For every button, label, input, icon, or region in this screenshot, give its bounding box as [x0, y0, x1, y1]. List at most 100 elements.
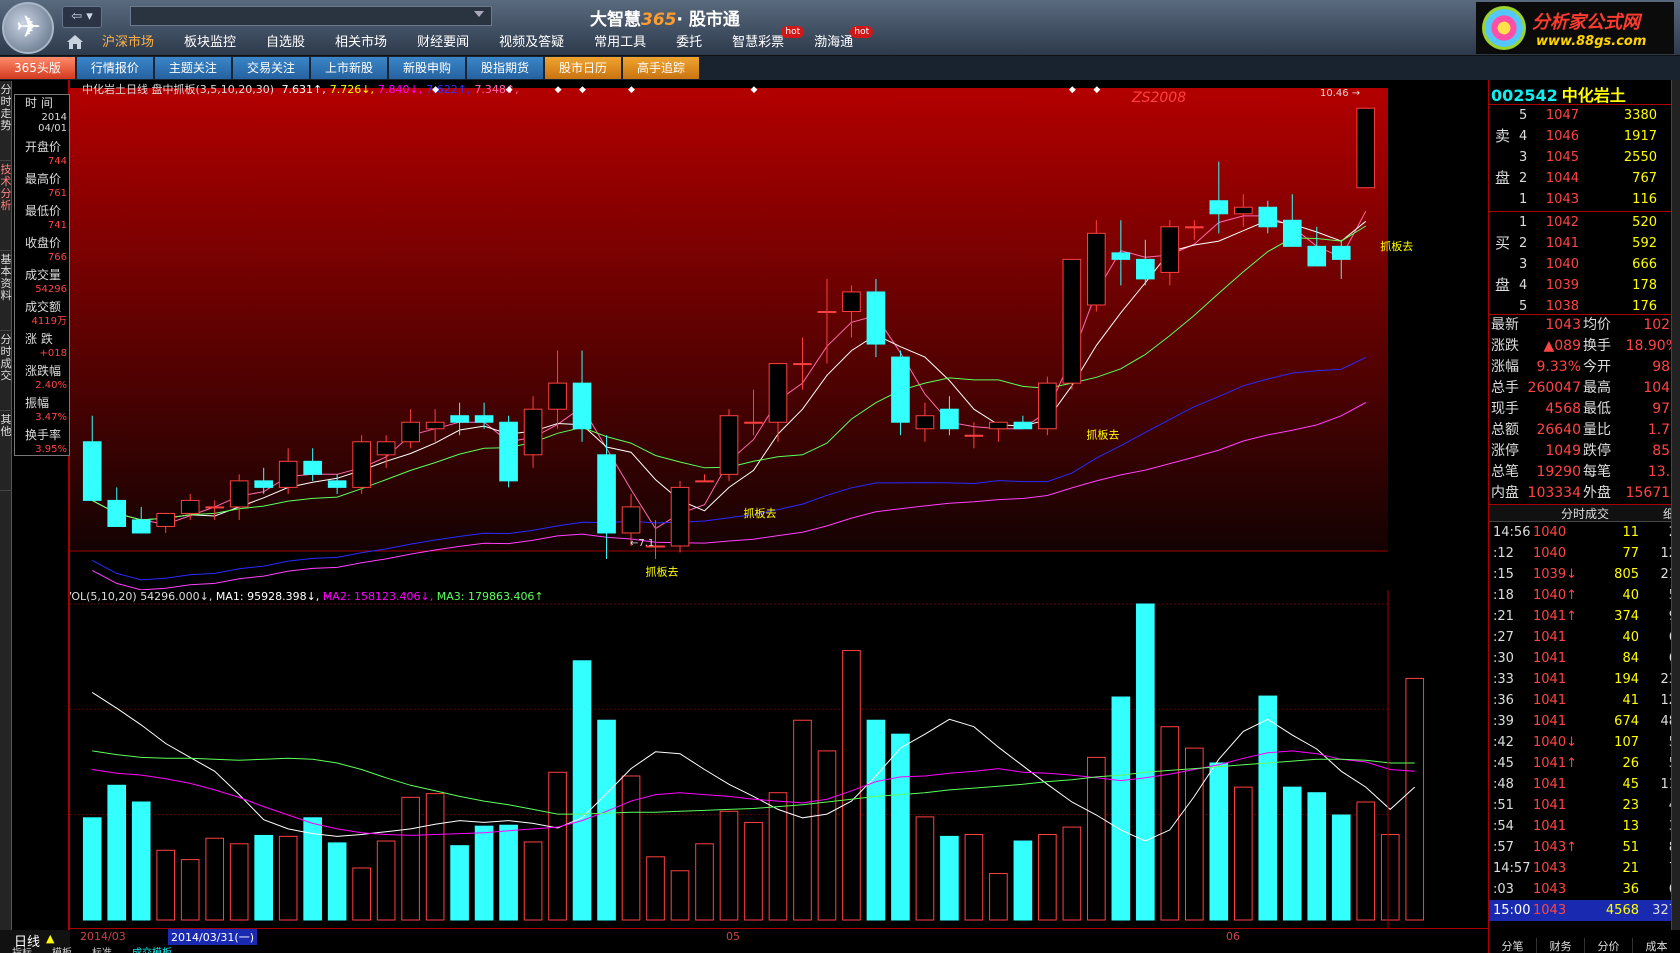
left-tab-2[interactable]: 基本资料	[0, 251, 12, 331]
sub-nav-item-7[interactable]: 股市日历	[545, 57, 622, 79]
ticks-header[interactable]: 分时成交细	[1489, 504, 1680, 522]
quote-tab-0[interactable]: 分笔	[1489, 938, 1537, 953]
bid-row[interactable]: 盘 4 1039 178	[1489, 275, 1680, 296]
vertical-scrollbar[interactable]	[1671, 80, 1680, 930]
ask-row[interactable]: 卖 4 1046 1917	[1489, 126, 1680, 147]
tick-row[interactable]: :571043↑518	[1489, 837, 1680, 858]
stat-value: 983	[1652, 359, 1679, 375]
main-nav-item-7[interactable]: 委托	[666, 32, 712, 54]
volume: 116	[1632, 192, 1657, 207]
main-nav-item-1[interactable]: 板块监控	[174, 32, 246, 54]
bid-row[interactable]: 1 1042 520	[1489, 212, 1680, 233]
tick-price: 1041	[1533, 693, 1567, 708]
quote-tab-3[interactable]: 成本	[1633, 938, 1680, 953]
sub-nav-item-2[interactable]: 主题关注	[154, 57, 231, 79]
tick-price: 1043	[1533, 861, 1567, 876]
left-tab-3[interactable]: 分时成交	[0, 331, 12, 411]
ask-row[interactable]: 1 1043 116	[1489, 189, 1680, 210]
tick-row[interactable]: :181040↑405	[1489, 585, 1680, 606]
tick-row[interactable]: :031043366	[1489, 879, 1680, 900]
left-tab-1[interactable]: 技术分析	[0, 161, 12, 251]
indicator-tab-1[interactable]: 模板	[52, 948, 72, 953]
sub-nav-item-3[interactable]: 交易关注	[232, 57, 309, 79]
stat-value: 13.5	[1647, 464, 1679, 480]
main-nav-item-5[interactable]: 视频及答疑	[489, 32, 574, 54]
tick-row[interactable]: 15:00 1043 4568 327	[1489, 900, 1680, 921]
sub-nav: 365头版 行情报价 主题关注 交易关注 上市新股 新股申购 股指期货 股市日历 高手追踪	[0, 57, 701, 79]
tick-row[interactable]: :15 1039↓ 805 21	[1489, 564, 1680, 585]
sub-nav-item-4[interactable]: 上市新股	[310, 57, 387, 79]
candle-body	[744, 421, 763, 424]
ask-row[interactable]: 5 1047 3380	[1489, 105, 1680, 126]
volume-bar	[523, 841, 543, 921]
main-nav-item-9[interactable]: 渤海通 hot	[804, 26, 874, 54]
tick-row[interactable]: :451041↑265	[1489, 753, 1680, 774]
main-nav-item-2[interactable]: 自选股	[256, 32, 315, 54]
tick-row[interactable]: :211041↑3749	[1489, 606, 1680, 627]
main-nav-item-8[interactable]: 智慧彩票 hot	[722, 26, 805, 54]
candle-body	[989, 421, 1008, 430]
chevron-down-icon[interactable]	[474, 11, 484, 17]
info-row: 振幅 3.47%	[15, 395, 69, 427]
tick-row[interactable]: 14:571043217	[1489, 858, 1680, 879]
ask-row[interactable]: 盘 2 1044 767	[1489, 168, 1680, 189]
ask-row[interactable]: 3 1045 2550	[1489, 147, 1680, 168]
tick-time: :36	[1493, 693, 1514, 708]
tick-row[interactable]: :36 1041 41 12	[1489, 690, 1680, 711]
tick-time: :45	[1493, 756, 1514, 771]
tick-row[interactable]: :511041234	[1489, 795, 1680, 816]
tick-volume: 36	[1622, 882, 1639, 897]
bid-row[interactable]: 3 1040 666	[1489, 254, 1680, 275]
volume-bar	[793, 719, 812, 921]
sub-nav-item-5[interactable]: 新股申购	[388, 57, 465, 79]
info-label: 成交量	[25, 268, 62, 282]
volume-bar	[1356, 801, 1376, 921]
date-month-2: 05	[726, 930, 740, 943]
sub-nav-item-6[interactable]: 股指期货	[466, 57, 543, 79]
home-icon[interactable]	[66, 34, 84, 50]
tick-price: 1040	[1533, 525, 1567, 540]
tick-row[interactable]: :39 1041 674 48	[1489, 711, 1680, 732]
left-tab-4[interactable]: 其他	[0, 411, 12, 491]
volume-bar	[1282, 786, 1302, 921]
ad-banner[interactable]: 分析家公式网 www.88gs.com	[1476, 2, 1674, 54]
bid-row[interactable]: 买 2 1041 592	[1489, 233, 1680, 254]
main-nav-item-6[interactable]: 常用工具	[584, 32, 656, 54]
tick-row[interactable]: 14:561040112	[1489, 522, 1680, 543]
quote-tab-2[interactable]: 分价	[1585, 938, 1633, 953]
info-panel: 时 间 2014 04/01 开盘价 744 最高价 761 最低价 741 收盘价 766 成交量 5…	[14, 94, 70, 456]
address-bar[interactable]	[130, 6, 492, 26]
sub-nav-item-0[interactable]: 365头版	[0, 57, 75, 79]
tick-row[interactable]: :421040↓1075	[1489, 732, 1680, 753]
main-nav-item-0[interactable]: 沪深市场	[92, 32, 164, 54]
indicator-tab-3[interactable]: 成交模板	[132, 948, 172, 953]
candle-body	[1233, 206, 1253, 215]
price-chart[interactable]: 中化岩土日线 盘中抓板(3,5,10,20,30) 7.631↑, 7.726↓,…	[70, 80, 1488, 590]
indicator-tab-2[interactable]: 标准	[92, 948, 112, 953]
candle-body	[1062, 258, 1082, 384]
app-logo-icon[interactable]	[2, 2, 54, 54]
tick-time: :54	[1493, 819, 1514, 834]
tick-row[interactable]: :541041133	[1489, 816, 1680, 837]
volume-chart[interactable]: VOL(5,10,20) 54296.000↓, MA1: 95928.398↓…	[70, 590, 1488, 935]
tick-row[interactable]: :48 1041 45 11	[1489, 774, 1680, 795]
tick-price: 1039↓	[1533, 567, 1577, 582]
quote-tab-1[interactable]: 财务	[1537, 938, 1585, 953]
sub-nav-item-8[interactable]: 高手追踪	[623, 57, 700, 79]
candle-body	[1356, 107, 1376, 189]
candle-body	[670, 486, 690, 547]
back-button[interactable]: ⇦ ▾	[62, 6, 102, 28]
indicator-tab-0[interactable]: 指标	[12, 948, 32, 953]
left-tab-0[interactable]: 分时走势	[0, 81, 12, 161]
main-nav-item-3[interactable]: 相关市场	[325, 32, 397, 54]
tick-row[interactable]: :12 1040 77 12	[1489, 543, 1680, 564]
tick-row[interactable]: :33 1041 194 23	[1489, 669, 1680, 690]
info-label: 最高价	[25, 172, 62, 186]
hot-badge: hot	[781, 26, 805, 38]
sub-nav-item-1[interactable]: 行情报价	[76, 57, 153, 79]
price: 1039	[1545, 278, 1579, 293]
tick-row[interactable]: :301041846	[1489, 648, 1680, 669]
tick-row[interactable]: :271041406	[1489, 627, 1680, 648]
main-nav-item-4[interactable]: 财经要闻	[407, 32, 479, 54]
volume-bar	[866, 719, 886, 921]
